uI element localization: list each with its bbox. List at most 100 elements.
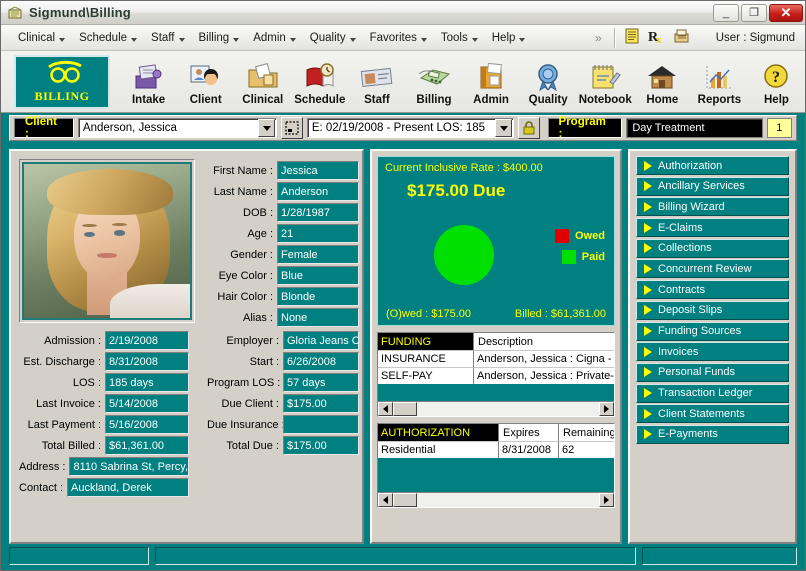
field-value[interactable] bbox=[283, 415, 359, 434]
chevron-down-icon bbox=[421, 38, 427, 42]
column-header-remaining[interactable]: Remaining bbox=[558, 424, 614, 441]
field-value[interactable]: Auckland, Derek bbox=[67, 478, 189, 497]
chevron-down-icon bbox=[179, 38, 185, 42]
table-row[interactable]: SELF-PAY Anderson, Jessica : Private-P bbox=[378, 367, 614, 384]
column-header-expires[interactable]: Expires bbox=[498, 424, 558, 441]
scroll-right-icon[interactable] bbox=[599, 493, 614, 507]
field-los: LOS : 185 days bbox=[19, 373, 189, 392]
client-combo[interactable]: Anderson, Jessica bbox=[78, 118, 277, 138]
scroll-right-icon[interactable] bbox=[599, 402, 614, 416]
toolbar-button-client[interactable]: Client bbox=[177, 55, 234, 109]
menu-item-favorites[interactable]: Favorites bbox=[363, 29, 434, 47]
toolbar-button-notebook[interactable]: Notebook bbox=[577, 55, 634, 109]
episode-combo[interactable]: E: 02/19/2008 - Present LOS: 185 bbox=[307, 118, 514, 138]
scroll-left-icon[interactable] bbox=[378, 402, 393, 416]
toolbar-button-quality[interactable]: Quality bbox=[520, 55, 577, 109]
toolbar-button-home[interactable]: Home bbox=[634, 55, 691, 109]
field-value[interactable]: Anderson bbox=[277, 182, 359, 201]
toolbar-button-help[interactable]: ? Help bbox=[748, 55, 805, 109]
authorization-grid-hscrollbar[interactable] bbox=[378, 492, 614, 507]
note-icon[interactable] bbox=[624, 28, 640, 47]
toolbar-button-admin[interactable]: Admin bbox=[463, 55, 520, 109]
table-row[interactable]: Residential 8/31/2008 62 bbox=[378, 441, 614, 458]
column-header-description[interactable]: Description bbox=[473, 333, 614, 350]
rx-icon[interactable]: R x bbox=[648, 28, 664, 47]
field-value[interactable]: 8/31/2008 bbox=[105, 352, 189, 371]
field-value[interactable]: Blonde bbox=[277, 287, 359, 306]
field-value[interactable]: Gloria Jeans Coffee bbox=[283, 331, 359, 350]
field-value[interactable]: $175.00 bbox=[283, 436, 359, 455]
toolbar-button-staff[interactable]: Staff bbox=[348, 55, 405, 109]
menu-item-help[interactable]: Help bbox=[485, 29, 533, 47]
toolbar-button-intake[interactable]: Intake bbox=[120, 55, 177, 109]
sidebar-item-e-payments[interactable]: E-Payments bbox=[636, 425, 789, 444]
table-row[interactable]: INSURANCE Anderson, Jessica : Cigna - E bbox=[378, 350, 614, 367]
sidebar-item-ancillary-services[interactable]: Ancillary Services bbox=[636, 177, 789, 196]
scroll-left-icon[interactable] bbox=[378, 493, 393, 507]
field-label: Employer : bbox=[207, 335, 283, 347]
field-value[interactable]: $61,361.00 bbox=[105, 436, 189, 455]
field-value[interactable]: 2/19/2008 bbox=[105, 331, 189, 350]
field-value[interactable]: 8110 Sabrina St, Percy, IL 62272 bbox=[69, 457, 189, 476]
program-value[interactable]: Day Treatment bbox=[626, 118, 762, 138]
field-value[interactable]: 1/28/1987 bbox=[277, 203, 359, 222]
title-bar: Sigmund\Billing _ ❐ ✕ bbox=[1, 1, 805, 25]
sidebar-item-funding-sources[interactable]: Funding Sources bbox=[636, 322, 789, 341]
sidebar-item-invoices[interactable]: Invoices bbox=[636, 342, 789, 361]
field-label: Contact : bbox=[19, 482, 67, 494]
sidebar-item-client-statements[interactable]: Client Statements bbox=[636, 404, 789, 423]
menu-item-schedule[interactable]: Schedule bbox=[72, 29, 144, 47]
field-value[interactable]: Blue bbox=[277, 266, 359, 285]
sidebar-item-e-claims[interactable]: E-Claims bbox=[636, 218, 789, 237]
field-value[interactable]: 6/26/2008 bbox=[283, 352, 359, 371]
client-picker-button[interactable] bbox=[281, 117, 302, 139]
sidebar-item-deposit-slips[interactable]: Deposit Slips bbox=[636, 301, 789, 320]
field-value[interactable]: 21 bbox=[277, 224, 359, 243]
field-value[interactable]: 5/14/2008 bbox=[105, 394, 189, 413]
reports-chart-icon bbox=[702, 62, 736, 92]
chevron-down-icon[interactable] bbox=[495, 119, 512, 137]
close-button[interactable]: ✕ bbox=[769, 4, 803, 22]
scroll-thumb[interactable] bbox=[393, 402, 417, 416]
toolbar-active-label: BILLING bbox=[35, 89, 90, 104]
sidebar-item-contracts[interactable]: Contracts bbox=[636, 280, 789, 299]
minimize-button[interactable]: _ bbox=[713, 4, 739, 22]
menu-item-admin[interactable]: Admin bbox=[246, 29, 303, 47]
lock-button[interactable] bbox=[518, 117, 539, 139]
sidebar-item-transaction-ledger[interactable]: Transaction Ledger bbox=[636, 384, 789, 403]
menu-overflow-chevron-icon[interactable]: » bbox=[595, 31, 606, 45]
sidebar-item-personal-funds[interactable]: Personal Funds bbox=[636, 363, 789, 382]
column-header-funding[interactable]: FUNDING bbox=[378, 333, 473, 350]
toolbar-active-billing[interactable]: BILLING bbox=[14, 55, 110, 109]
field-value[interactable]: Female bbox=[277, 245, 359, 264]
scroll-track[interactable] bbox=[417, 402, 599, 416]
menu-item-quality[interactable]: Quality bbox=[303, 29, 363, 47]
sidebar-item-concurrent-review[interactable]: Concurrent Review bbox=[636, 259, 789, 278]
maximize-button[interactable]: ❐ bbox=[741, 4, 767, 22]
field-est-discharge: Est. Discharge : 8/31/2008 bbox=[19, 352, 189, 371]
chevron-down-icon[interactable] bbox=[258, 119, 275, 137]
field-value[interactable]: Jessica bbox=[277, 161, 359, 180]
toolbar-button-billing[interactable]: Billing bbox=[405, 55, 462, 109]
toolbar-button-schedule[interactable]: Schedule bbox=[291, 55, 348, 109]
toolbar-button-clinical[interactable]: Clinical bbox=[234, 55, 291, 109]
column-header-authorization[interactable]: AUTHORIZATION bbox=[378, 424, 498, 441]
toolbar-button-reports[interactable]: Reports bbox=[691, 55, 748, 109]
scroll-thumb[interactable] bbox=[393, 493, 417, 507]
menu-item-clinical[interactable]: Clinical bbox=[11, 29, 72, 47]
menu-item-staff[interactable]: Staff bbox=[144, 29, 191, 47]
sidebar-item-collections[interactable]: Collections bbox=[636, 239, 789, 258]
field-value[interactable]: 5/16/2008 bbox=[105, 415, 189, 434]
sidebar-item-billing-wizard[interactable]: Billing Wizard bbox=[636, 197, 789, 216]
funding-grid-hscrollbar[interactable] bbox=[378, 401, 614, 416]
status-panel-1 bbox=[9, 547, 149, 565]
menu-item-tools[interactable]: Tools bbox=[434, 29, 485, 47]
field-value[interactable]: 57 days bbox=[283, 373, 359, 392]
menu-item-billing[interactable]: Billing bbox=[192, 29, 247, 47]
sidebar-item-authorization[interactable]: Authorization bbox=[636, 156, 789, 175]
scroll-track[interactable] bbox=[417, 493, 599, 507]
field-value[interactable]: $175.00 bbox=[283, 394, 359, 413]
fax-icon[interactable] bbox=[672, 28, 690, 47]
field-value[interactable]: 185 days bbox=[105, 373, 189, 392]
field-value[interactable]: None bbox=[277, 308, 359, 327]
